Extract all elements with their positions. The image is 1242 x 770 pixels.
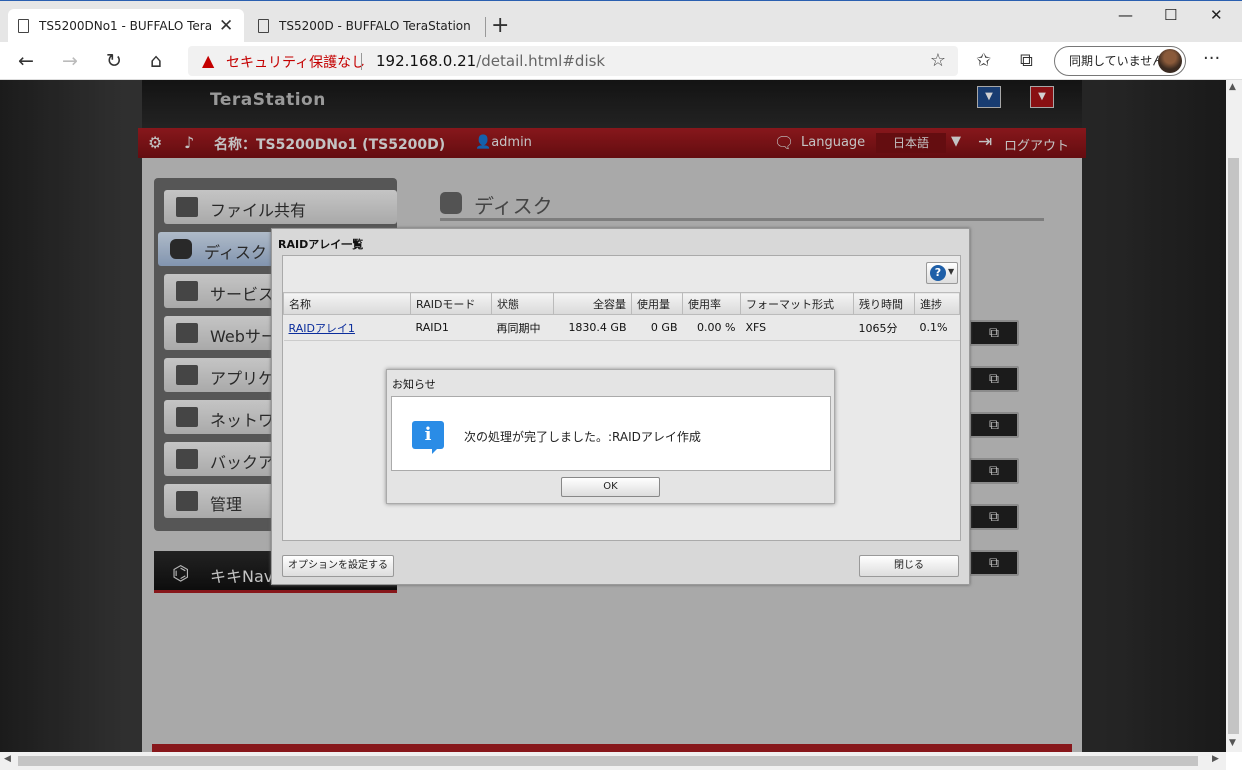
sync-label: 同期していません (1069, 54, 1165, 68)
column-header[interactable]: 使用量 (631, 292, 683, 315)
progress-cell: 0.1% (914, 314, 960, 341)
ok-button[interactable]: OK (561, 477, 660, 497)
collections-icon[interactable]: ⧉ (1020, 50, 1033, 71)
window-close-icon[interactable]: ✕ (1210, 6, 1223, 24)
scroll-left-icon[interactable]: ◀ (4, 754, 11, 764)
set-options-button[interactable]: オプションを設定する (282, 555, 394, 577)
url-path: /detail.html#disk (476, 52, 606, 70)
url-host: 192.168.0.21 (376, 52, 477, 70)
scroll-up-icon[interactable]: ▲ (1229, 82, 1236, 92)
usage-cell: 0.00 % (682, 314, 741, 341)
close-button[interactable]: 閉じる (859, 555, 959, 577)
home-icon[interactable]: ⌂ (150, 50, 162, 72)
column-header[interactable]: 状態 (491, 292, 554, 315)
document-icon (258, 19, 269, 33)
scrollbar-thumb[interactable] (18, 756, 1198, 766)
web-page: TeraStation ▼ ▼ ⚙ ♪ 名称：TS5200DNo1 (TS520… (0, 80, 1226, 752)
favorite-star-icon[interactable]: ☆ (930, 50, 946, 71)
column-header[interactable]: 名称 (283, 292, 411, 315)
scroll-right-icon[interactable]: ▶ (1212, 754, 1219, 764)
format-cell: XFS (740, 314, 854, 341)
info-icon: i (412, 421, 444, 449)
tab-separator (485, 17, 486, 37)
chevron-down-icon: ▼ (948, 267, 955, 276)
raid-mode-cell: RAID1 (410, 314, 492, 341)
refresh-icon[interactable]: ↻ (106, 50, 122, 72)
security-label: セキュリティ保護なし (226, 55, 366, 71)
forward-icon[interactable]: → (62, 50, 78, 72)
column-header[interactable]: フォーマット形式 (740, 292, 854, 315)
horizontal-scrollbar[interactable]: ◀ ▶ (0, 752, 1226, 770)
browser-tab-strip: TS5200DNo1 - BUFFALO TeraStat ✕ TS5200D … (0, 0, 1242, 43)
browser-tab[interactable]: TS5200D - BUFFALO TeraStation (248, 9, 484, 43)
new-tab-icon[interactable]: + (491, 13, 509, 38)
divider (361, 53, 362, 70)
browser-tab-active[interactable]: TS5200DNo1 - BUFFALO TeraStat ✕ (8, 9, 244, 43)
tab-title: TS5200D - BUFFALO TeraStation (279, 19, 471, 33)
tab-title: TS5200DNo1 - BUFFALO TeraStat (39, 19, 211, 33)
table-row[interactable]: RAIDアレイ1 RAID1 再同期中 1830.4 GB 0 GB 0.00 … (283, 314, 960, 341)
more-menu-icon[interactable]: ··· (1203, 48, 1220, 69)
help-icon: ? (930, 265, 946, 281)
maximize-icon[interactable]: ☐ (1164, 6, 1177, 24)
address-bar[interactable]: ▲ セキュリティ保護なし 192.168.0.21/detail.html#di… (188, 46, 958, 76)
info-icon-tail (432, 448, 438, 454)
vertical-scrollbar[interactable]: ▲ ▼ (1226, 80, 1242, 752)
scrollbar-thumb[interactable] (1228, 158, 1239, 734)
dialog-title: お知らせ (392, 378, 436, 391)
capacity-cell: 1830.4 GB (553, 314, 632, 341)
column-header[interactable]: 全容量 (553, 292, 632, 315)
notice-message: 次の処理が完了しました。:RAIDアレイ作成 (464, 430, 701, 444)
remaining-time-cell: 1065分 (853, 314, 915, 341)
dialog-title: RAIDアレイ一覧 (278, 238, 364, 251)
column-header[interactable]: 進捗 (914, 292, 960, 315)
notice-dialog: お知らせ i 次の処理が完了しました。:RAIDアレイ作成 OK (386, 369, 835, 504)
profile-sync-button[interactable]: 同期していません (1054, 46, 1186, 76)
column-header[interactable]: RAIDモード (410, 292, 492, 315)
avatar (1158, 49, 1182, 73)
raid-table: 名称 RAIDモード 状態 全容量 使用量 使用率 フォーマット形式 残り時間 … (283, 292, 960, 341)
column-header[interactable]: 残り時間 (853, 292, 915, 315)
address-bar-row: ← → ↻ ⌂ ▲ セキュリティ保護なし 192.168.0.21/detail… (0, 42, 1242, 80)
close-tab-icon[interactable]: ✕ (219, 16, 233, 36)
document-icon (18, 19, 29, 33)
warning-icon: ▲ (202, 51, 215, 70)
used-cell: 0 GB (631, 314, 683, 341)
raid-array-link[interactable]: RAIDアレイ1 (289, 322, 355, 335)
table-header-row: 名称 RAIDモード 状態 全容量 使用量 使用率 フォーマット形式 残り時間 … (283, 292, 960, 315)
help-button[interactable]: ? ▼ (926, 262, 958, 284)
column-header[interactable]: 使用率 (682, 292, 741, 315)
notice-body: i 次の処理が完了しました。:RAIDアレイ作成 (391, 396, 831, 471)
back-icon[interactable]: ← (18, 50, 34, 72)
favorites-icon[interactable]: ✩ (976, 50, 991, 71)
minimize-icon[interactable]: — (1118, 6, 1133, 24)
url-text: 192.168.0.21/detail.html#disk (376, 52, 605, 70)
scroll-down-icon[interactable]: ▼ (1229, 738, 1236, 748)
status-cell: 再同期中 (491, 314, 554, 341)
